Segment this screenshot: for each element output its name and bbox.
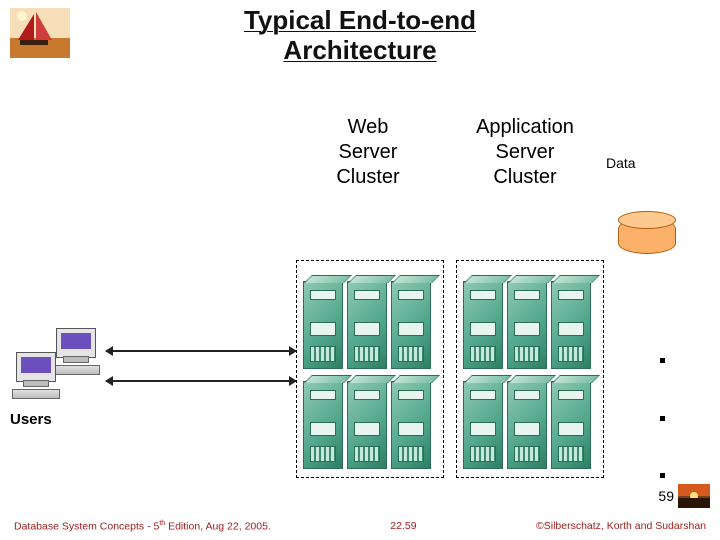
label-users: Users (10, 411, 52, 428)
label-app-cluster: ApplicationServerCluster (450, 115, 600, 190)
arrow-users-web-2 (106, 380, 296, 382)
ellipsis-dots-icon (660, 358, 680, 478)
server-icon (347, 381, 387, 469)
database-cylinder-icon (618, 218, 676, 254)
users-workstations-icon (16, 328, 106, 400)
web-server-cluster-box (296, 260, 444, 478)
slide-title: Typical End-to-end Architecture (170, 6, 550, 66)
server-icon (463, 381, 503, 469)
label-data: Data (606, 155, 636, 173)
footer-center: 22.59 (390, 520, 416, 532)
footer-right: ©Silberschatz, Korth and Sudarshan (536, 520, 706, 532)
sunset-thumbnail-icon (678, 484, 710, 508)
server-icon (507, 281, 547, 369)
arrow-users-web (106, 350, 296, 352)
server-icon (303, 281, 343, 369)
server-icon (551, 281, 591, 369)
server-icon (551, 381, 591, 469)
page-number-corner: 59 (658, 488, 674, 504)
server-icon (391, 281, 431, 369)
footer: Database System Concepts - 5th Edition, … (0, 518, 720, 534)
footer-left: Database System Concepts - 5th Edition, … (14, 520, 271, 533)
server-icon (347, 281, 387, 369)
server-icon (303, 381, 343, 469)
app-server-cluster-box (456, 260, 604, 478)
server-icon (507, 381, 547, 469)
sailboat-logo-icon (10, 8, 70, 58)
server-icon (391, 381, 431, 469)
server-icon (463, 281, 503, 369)
label-web-cluster: WebServerCluster (306, 115, 430, 190)
